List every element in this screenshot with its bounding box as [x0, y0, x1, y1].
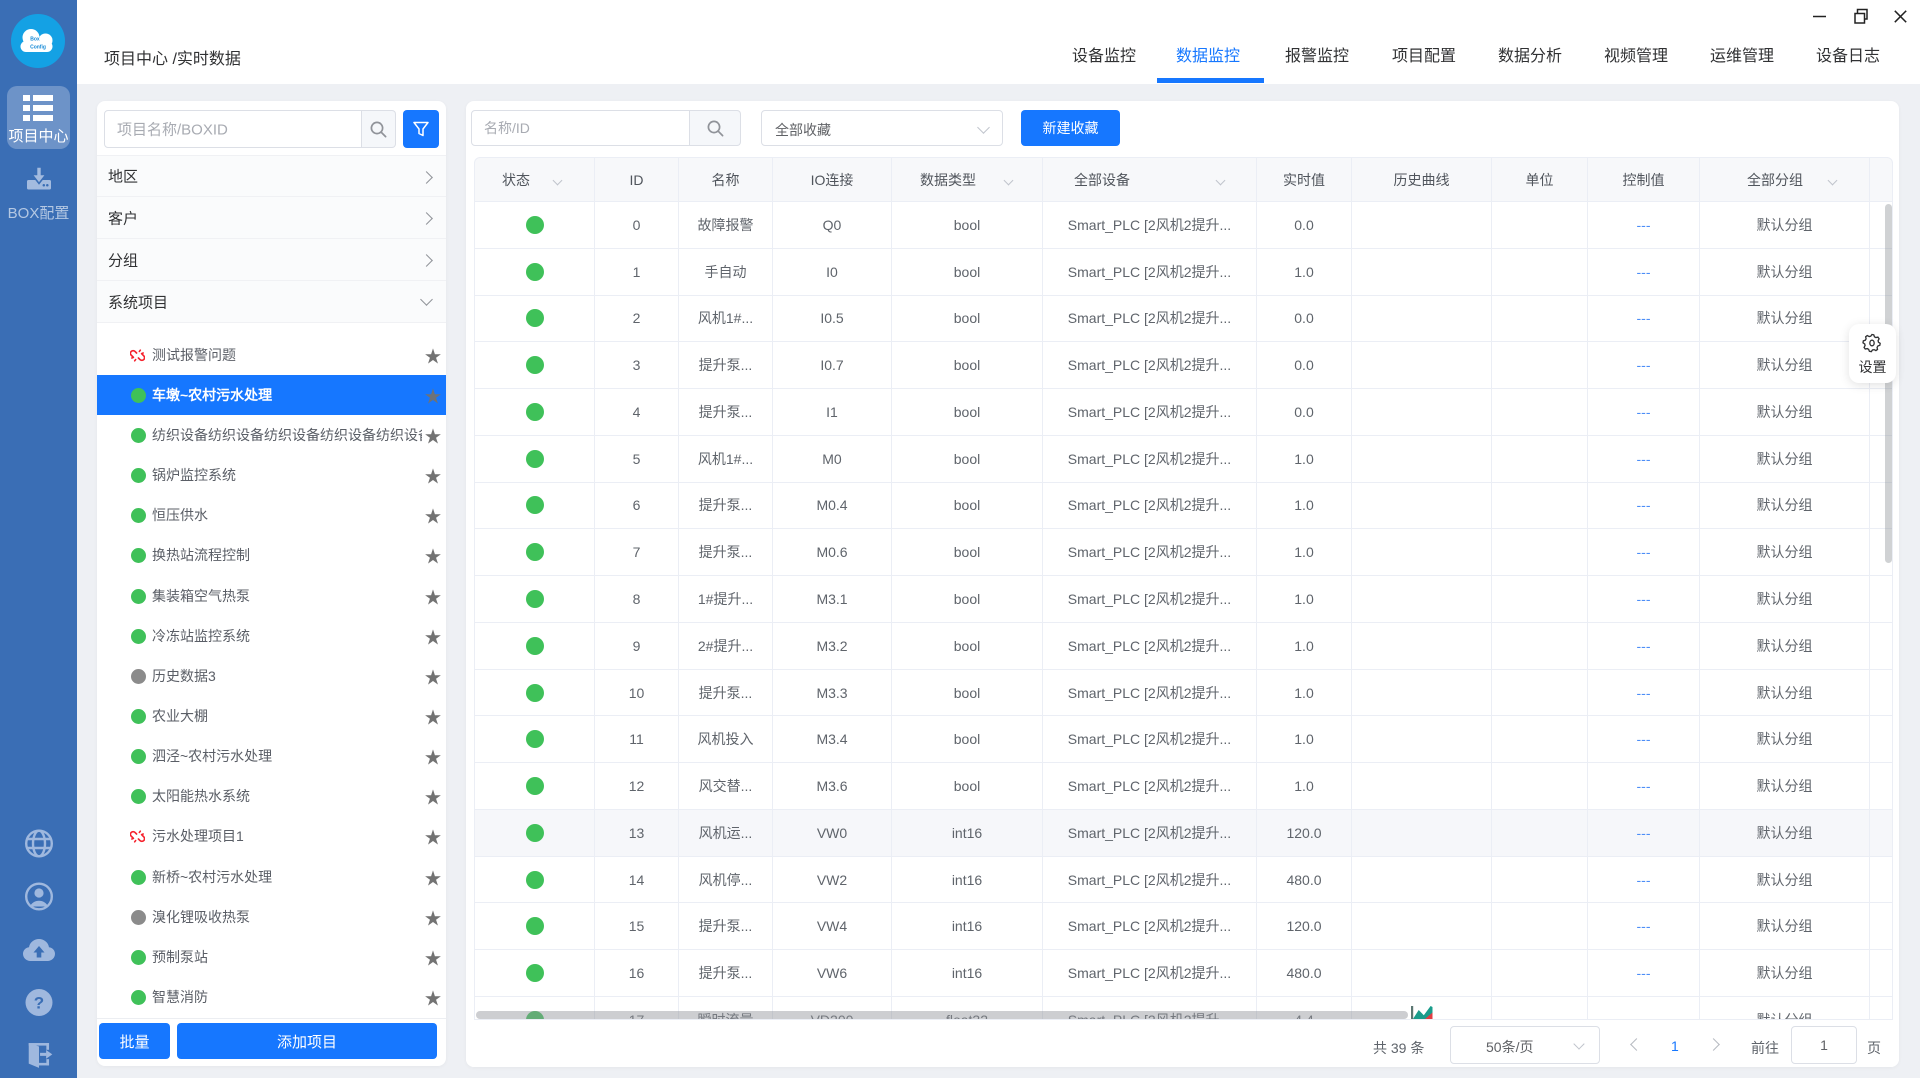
svg-text:Config: Config: [30, 45, 46, 51]
svg-text:Box: Box: [30, 37, 40, 43]
svg-text:?: ?: [33, 994, 43, 1013]
